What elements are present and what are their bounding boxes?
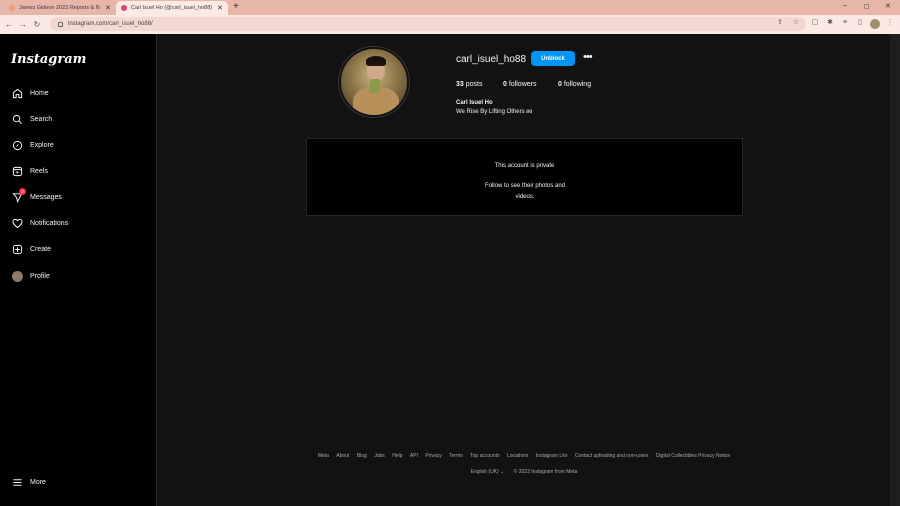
- back-icon[interactable]: ←: [4, 20, 14, 29]
- profile-main: carl_isuel_ho88 Unblock ••• 33 posts 0 f…: [158, 34, 890, 506]
- sidebar-item-label: Reels: [30, 167, 48, 175]
- messages-icon: 2: [11, 188, 26, 203]
- browser-toolbar: ← → ↻ instagram.com/carl_isuel_ho88/ ⇪ ☆…: [0, 15, 900, 34]
- address-bar[interactable]: instagram.com/carl_isuel_ho88/: [50, 17, 806, 31]
- profile-avatar: [11, 270, 23, 282]
- posts-label: posts: [465, 81, 483, 88]
- followers-count[interactable]: 0 followers: [503, 81, 536, 88]
- profile-picture[interactable]: [339, 47, 409, 117]
- sidebar-item-label: Create: [30, 245, 52, 253]
- tab-reports[interactable]: James Gideon 2023 Reports & N ✕: [4, 1, 116, 15]
- instagram-favicon-icon: [121, 5, 127, 11]
- sidebar-item-notifications[interactable]: Notifications: [11, 216, 68, 230]
- footer-link[interactable]: Digital Collectibles Privacy Notice: [656, 453, 730, 459]
- more-options-icon[interactable]: •••: [583, 51, 593, 63]
- search-icon: [11, 113, 23, 125]
- tab-instagram-profile[interactable]: Carl Isuel Ho (@carl_isuel_ho88) ✕: [116, 1, 228, 15]
- language-selector[interactable]: English (UK) ⌄: [471, 469, 505, 475]
- puzzle-icon[interactable]: ✱: [826, 19, 834, 27]
- footer-link[interactable]: Meta: [318, 453, 329, 459]
- hamburger-icon: [11, 476, 23, 488]
- close-window-button[interactable]: ✕: [885, 2, 891, 10]
- home-icon: [11, 87, 23, 99]
- heart-icon: [11, 217, 23, 229]
- close-tab-icon[interactable]: ✕: [217, 4, 223, 12]
- footer-link[interactable]: Locations: [507, 453, 528, 459]
- footer-links: Meta About Blog Jobs Help API Privacy Te…: [158, 453, 890, 459]
- reload-icon[interactable]: ↻: [32, 20, 42, 29]
- browser-profile-avatar[interactable]: [870, 19, 880, 29]
- footer-bottom: English (UK) ⌄ © 2023 Instagram from Met…: [158, 469, 890, 475]
- sidebar-item-label: Home: [30, 89, 49, 97]
- close-tab-icon[interactable]: ✕: [105, 4, 111, 12]
- footer-link[interactable]: Contact uploading and non-users: [575, 453, 649, 459]
- copyright: © 2023 Instagram from Meta: [513, 469, 578, 475]
- tab-favicon-icon: [9, 5, 15, 11]
- sidebar-item-more[interactable]: More: [11, 475, 46, 489]
- profile-bio: We Rise By Lifting Others ʚɞ: [456, 109, 533, 115]
- profile-full-name: Carl Isuel Ho: [456, 100, 493, 106]
- instagram-sidebar: Instagram Home Search Explore Reels 2 Me…: [0, 34, 157, 506]
- sidebar-item-label: Notifications: [30, 219, 69, 227]
- sidebar-item-label: Explore: [30, 141, 54, 149]
- sidebar-item-messages[interactable]: 2 Messages: [11, 188, 62, 204]
- posts-number: 33: [456, 81, 464, 88]
- private-title: This account is private: [494, 163, 555, 169]
- footer-link[interactable]: Jobs: [374, 453, 385, 459]
- forward-icon[interactable]: →: [18, 20, 28, 29]
- sidebar-item-search[interactable]: Search: [11, 112, 52, 126]
- private-account-notice: This account is private Follow to see th…: [306, 138, 743, 216]
- sidebar-item-label: Profile: [30, 272, 50, 280]
- footer-link[interactable]: Top accounts: [470, 453, 499, 459]
- sidebar-item-create[interactable]: Create: [11, 242, 51, 256]
- share-icon[interactable]: ⇪: [776, 19, 784, 27]
- new-tab-button[interactable]: +: [233, 1, 239, 13]
- sidebar-item-home[interactable]: Home: [11, 86, 49, 100]
- private-subtitle: Follow to see their photos and videos.: [484, 183, 566, 200]
- footer-link[interactable]: API: [410, 453, 418, 459]
- lock-icon: [58, 21, 63, 27]
- extension-icon[interactable]: ▢: [811, 19, 819, 27]
- following-number: 0: [558, 81, 562, 88]
- following-label: following: [563, 81, 592, 88]
- following-count[interactable]: 0 following: [558, 81, 591, 88]
- plus-square-icon: [11, 243, 23, 255]
- followers-label: followers: [508, 81, 537, 88]
- messages-badge: 2: [19, 188, 26, 195]
- minimize-button[interactable]: –: [843, 2, 847, 9]
- followers-number: 0: [503, 81, 507, 88]
- compass-icon: [11, 139, 23, 151]
- footer-link[interactable]: Privacy: [425, 453, 441, 459]
- footer-link[interactable]: Instagram Lite: [536, 453, 568, 459]
- sidebar-item-label: Messages: [30, 193, 62, 201]
- page-scrollbar[interactable]: [890, 34, 900, 506]
- sidebar-item-label: Search: [30, 115, 53, 123]
- sidebar-item-label: More: [30, 478, 46, 486]
- reels-icon: [11, 165, 23, 177]
- sidebar-item-profile[interactable]: Profile: [11, 269, 50, 283]
- footer-link[interactable]: About: [336, 453, 349, 459]
- media-icon[interactable]: ≡: [841, 19, 849, 27]
- browser-tab-bar: James Gideon 2023 Reports & N ✕ Carl Isu…: [0, 0, 900, 15]
- unblock-button[interactable]: Unblock: [531, 51, 575, 66]
- posts-count: 33 posts: [456, 81, 482, 88]
- browser-menu-icon[interactable]: ⋮: [886, 19, 894, 27]
- footer-link[interactable]: Help: [392, 453, 402, 459]
- bookmark-star-icon[interactable]: ☆: [792, 19, 800, 27]
- tab-title: James Gideon 2023 Reports & N: [19, 5, 100, 11]
- profile-username: carl_isuel_ho88: [456, 54, 527, 65]
- url-text: instagram.com/carl_isuel_ho88/: [68, 21, 153, 27]
- tab-title: Carl Isuel Ho (@carl_isuel_ho88): [131, 5, 213, 11]
- footer-link[interactable]: Terms: [449, 453, 463, 459]
- sidepanel-icon[interactable]: ▯: [856, 19, 864, 27]
- instagram-logo[interactable]: Instagram: [11, 52, 86, 67]
- sidebar-item-reels[interactable]: Reels: [11, 164, 48, 178]
- sidebar-item-explore[interactable]: Explore: [11, 138, 54, 152]
- maximize-button[interactable]: ◻: [864, 2, 870, 10]
- footer-link[interactable]: Blog: [357, 453, 367, 459]
